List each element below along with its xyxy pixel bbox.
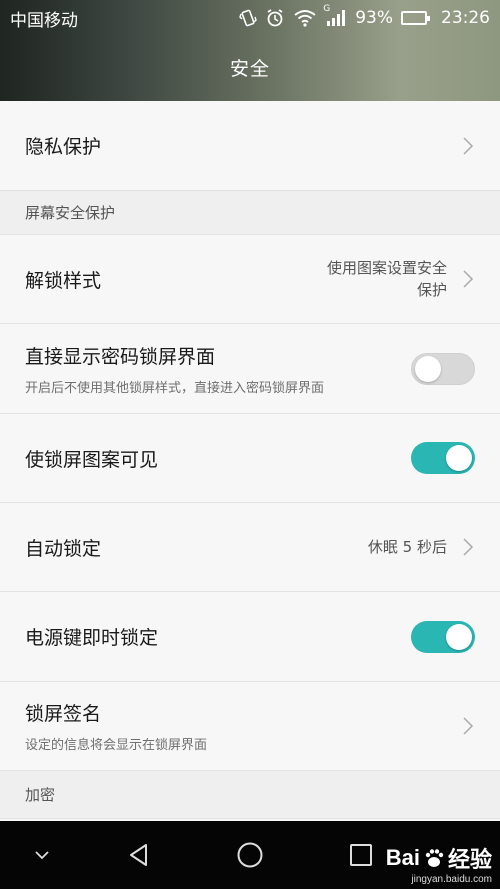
chevron-right-icon (461, 136, 475, 156)
settings-list: 隐私保护 屏幕安全保护 解锁样式 使用图案设置安全 保护 直接显示密码锁屏界面 … (0, 101, 500, 821)
clock: 23:26 (441, 8, 490, 28)
chevron-right-icon (461, 537, 475, 557)
home-circle-icon (237, 842, 263, 868)
home-button[interactable] (230, 835, 270, 875)
section-header-encryption: 加密 (0, 771, 500, 819)
back-button[interactable] (119, 835, 159, 875)
recent-square-icon (350, 844, 372, 866)
auto-lock-row[interactable]: 自动锁定 休眠 5 秒后 (0, 503, 500, 592)
chevron-down-icon (35, 851, 49, 860)
unlock-style-value-line1: 使用图案设置安全 (326, 259, 447, 277)
lockscreen-signature-row[interactable]: 锁屏签名 设定的信息将会显示在锁屏界面 (0, 682, 500, 771)
chevron-right-icon (461, 716, 475, 736)
signal-icon: G (323, 4, 347, 28)
power-key-lock-toggle[interactable] (411, 620, 475, 653)
unlock-style-value: 使用图案设置安全 保护 (327, 257, 447, 301)
unlock-style-value-line2: 保护 (416, 281, 447, 299)
navigation-bar: Bai 经验 jingyan.baidu.com (0, 821, 500, 889)
auto-lock-label: 自动锁定 (25, 537, 102, 560)
header: 中国移动 G 93% 23:26 安全 (0, 0, 500, 101)
unlock-style-label: 解锁样式 (25, 269, 102, 292)
pattern-visible-label: 使锁屏图案可见 (25, 448, 159, 471)
pattern-visible-toggle[interactable] (411, 442, 475, 474)
direct-password-lock-description: 开启后不使用其他锁屏样式，直接进入密码锁屏界面 (25, 380, 325, 396)
toggle-knob (446, 623, 472, 650)
baidu-jingyan-watermark: Bai 经验 jingyan.baidu.com (386, 842, 492, 885)
section-header-screen-security: 屏幕安全保护 (0, 191, 500, 235)
baidu-paw-icon (425, 849, 444, 867)
toggle-knob (446, 445, 472, 471)
page-title: 安全 (229, 58, 270, 80)
direct-password-lock-toggle[interactable] (411, 352, 475, 385)
lockscreen-signature-description: 设定的信息将会显示在锁屏界面 (25, 738, 208, 753)
battery-percent: 93% (355, 8, 393, 28)
battery-icon (401, 8, 430, 28)
section-screen-security-label: 屏幕安全保护 (25, 204, 116, 222)
network-type-label: G (323, 4, 331, 14)
watermark-brand-a: Bai (385, 845, 420, 870)
wifi-icon (293, 8, 317, 28)
toggle-knob (415, 355, 441, 382)
direct-password-lock-label: 直接显示密码锁屏界面 (25, 345, 216, 368)
back-triangle-icon (130, 844, 147, 866)
watermark-brand-b: 经验 (447, 847, 492, 872)
hide-navbar-button[interactable] (22, 835, 62, 875)
power-key-lock-row[interactable]: 电源键即时锁定 (0, 592, 500, 682)
vibrate-icon (239, 8, 258, 28)
auto-lock-value: 休眠 5 秒后 (367, 538, 447, 556)
recent-apps-button[interactable] (341, 835, 381, 875)
section-encryption-label: 加密 (25, 786, 56, 804)
lockscreen-signature-label: 锁屏签名 (25, 703, 102, 725)
status-bar: 中国移动 G 93% 23:26 (0, 0, 500, 36)
pattern-visible-row[interactable]: 使锁屏图案可见 (0, 414, 500, 503)
chevron-right-icon (461, 269, 475, 289)
status-icons: G 93% 23:26 (239, 4, 490, 28)
privacy-protection-row[interactable]: 隐私保护 (0, 101, 500, 191)
privacy-protection-label: 隐私保护 (25, 136, 102, 158)
power-key-lock-label: 电源键即时锁定 (25, 627, 159, 649)
watermark-url: jingyan.baidu.com (411, 874, 492, 885)
alarm-icon (265, 8, 285, 28)
carrier-name: 中国移动 (10, 10, 78, 31)
direct-password-lock-row[interactable]: 直接显示密码锁屏界面 开启后不使用其他锁屏样式，直接进入密码锁屏界面 (0, 324, 500, 414)
unlock-style-row[interactable]: 解锁样式 使用图案设置安全 保护 (0, 235, 500, 324)
